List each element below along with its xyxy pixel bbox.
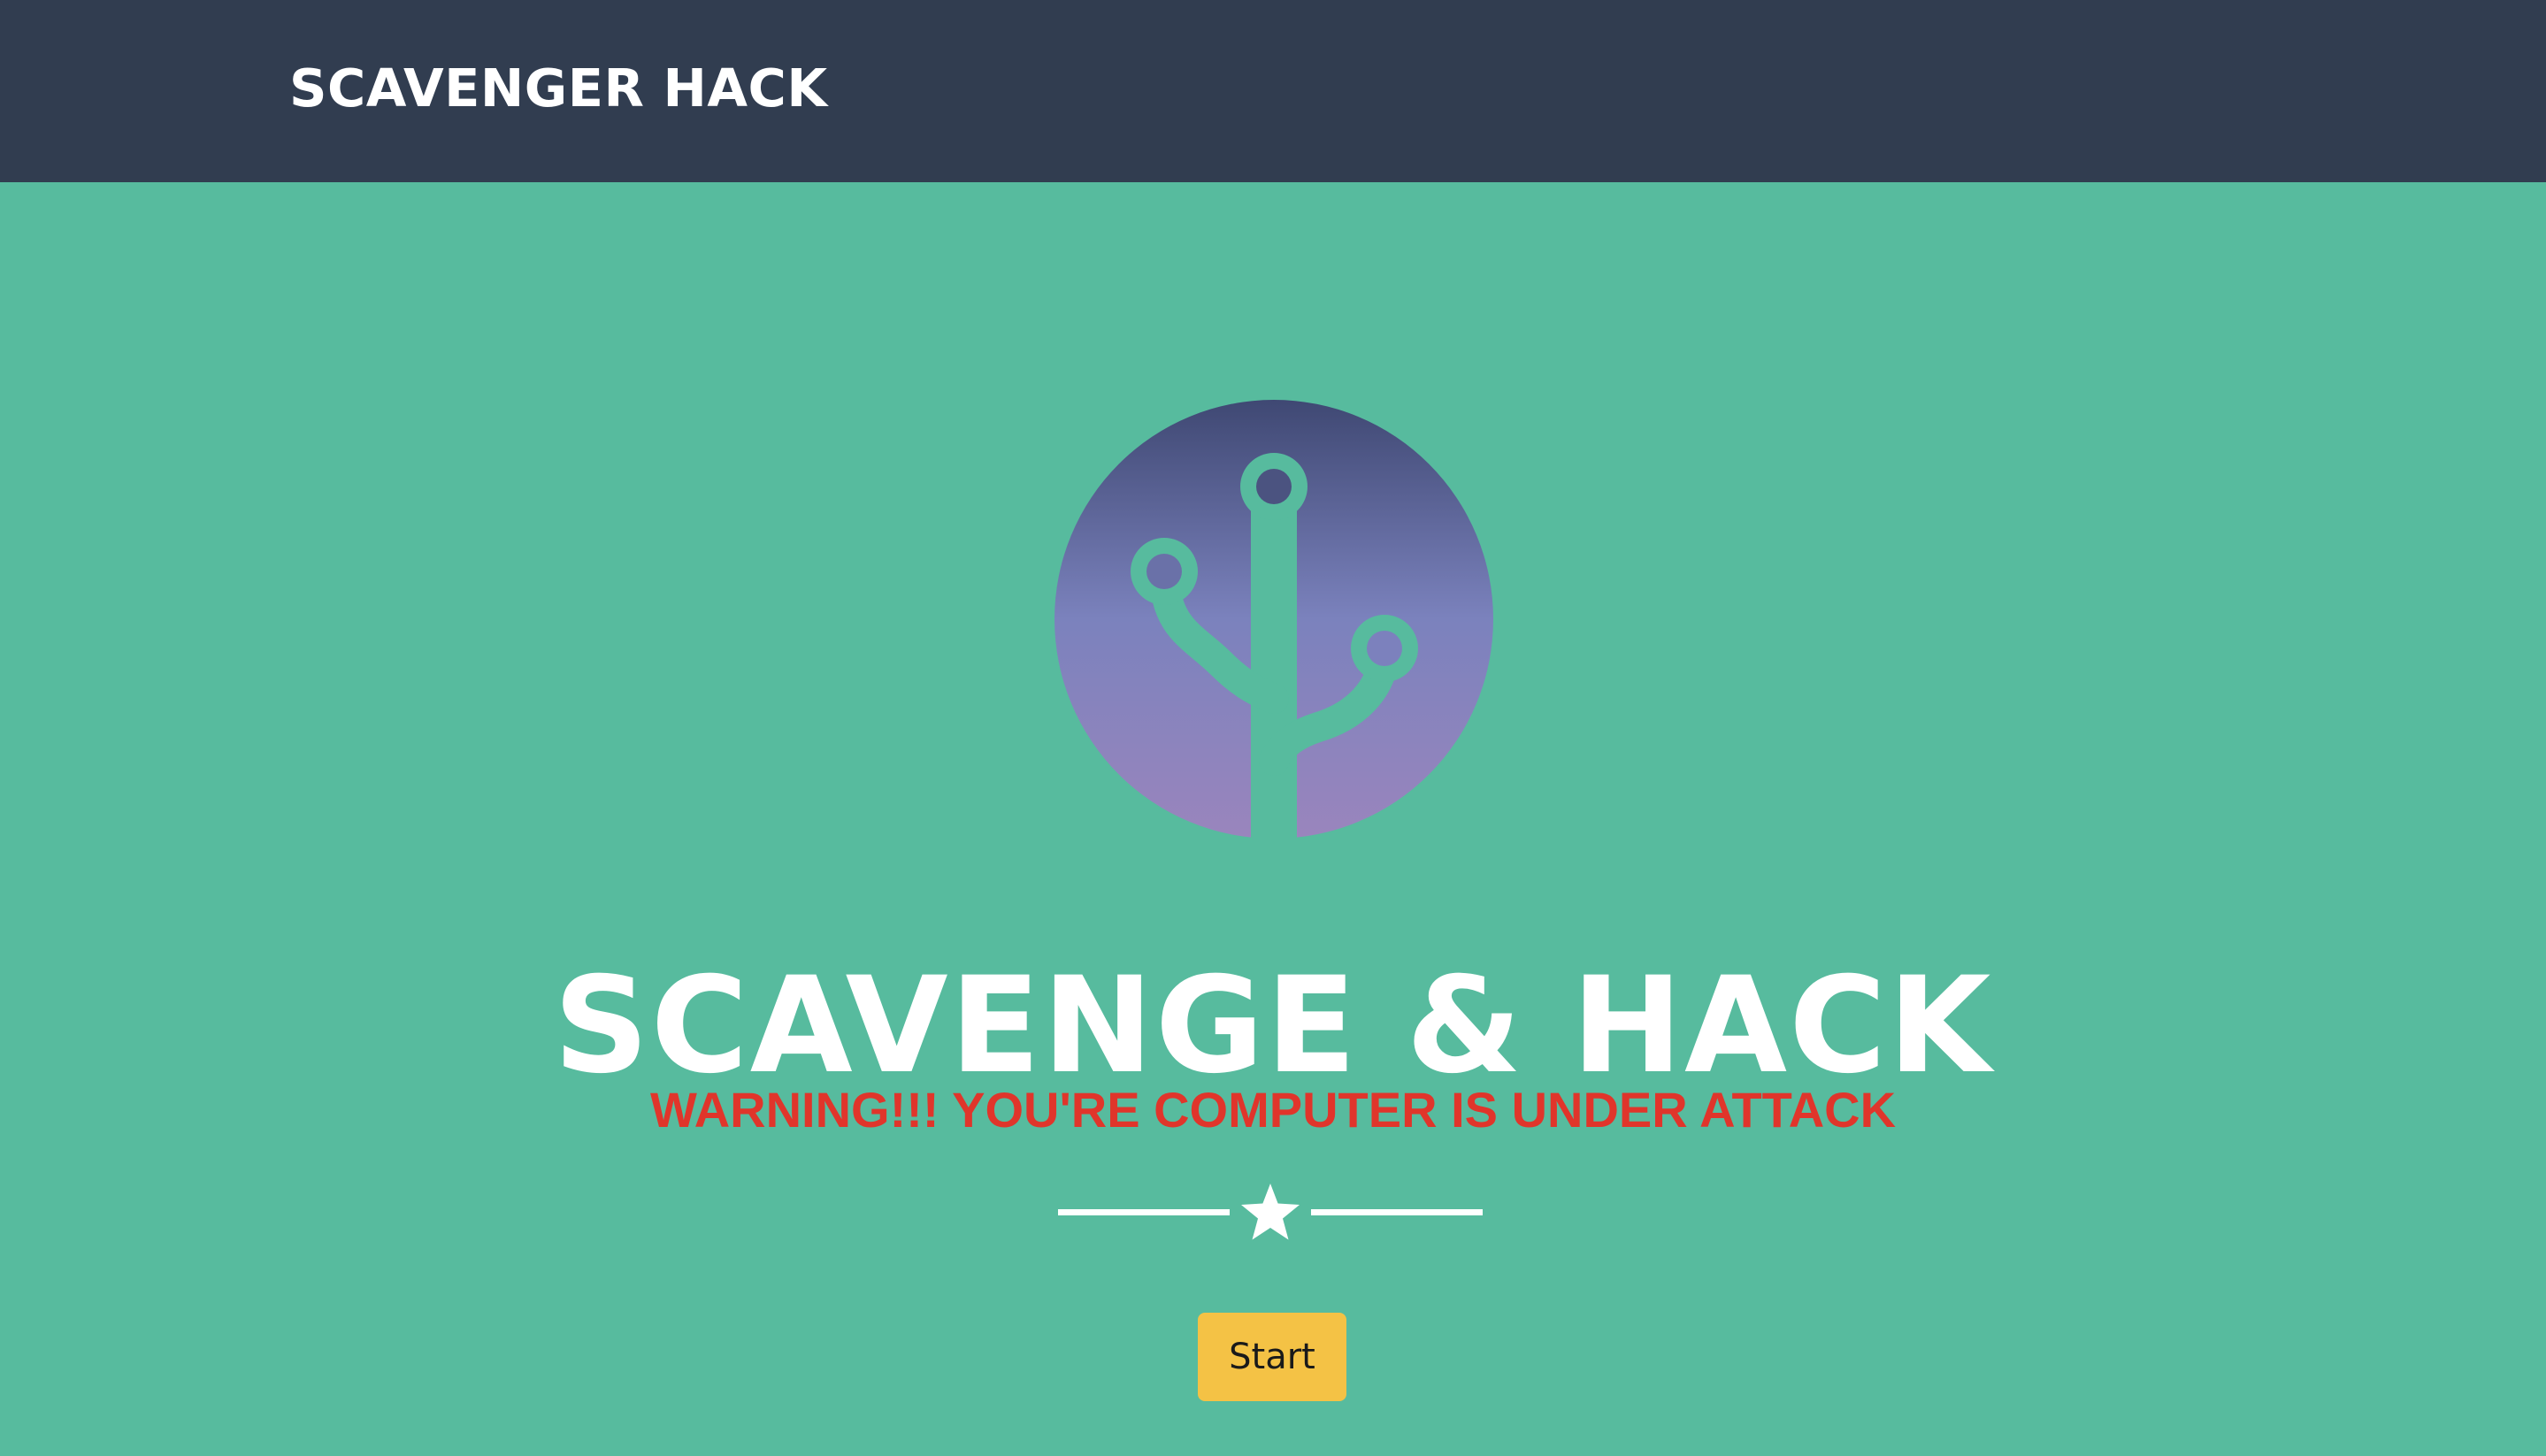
star-divider [1058, 1176, 1483, 1247]
brand-link[interactable]: SCAVENGER HACK [289, 53, 828, 124]
navbar: SCAVENGER HACK [0, 0, 2546, 182]
divider-line-left [1058, 1209, 1230, 1215]
divider-line-right [1311, 1209, 1483, 1215]
circuit-tree-icon [1054, 400, 1493, 840]
star-icon [1241, 1184, 1300, 1240]
start-button[interactable]: Start [1198, 1313, 1346, 1401]
warning-text: WARNING!!! YOU'RE COMPUTER IS UNDER ATTA… [649, 1082, 1897, 1138]
